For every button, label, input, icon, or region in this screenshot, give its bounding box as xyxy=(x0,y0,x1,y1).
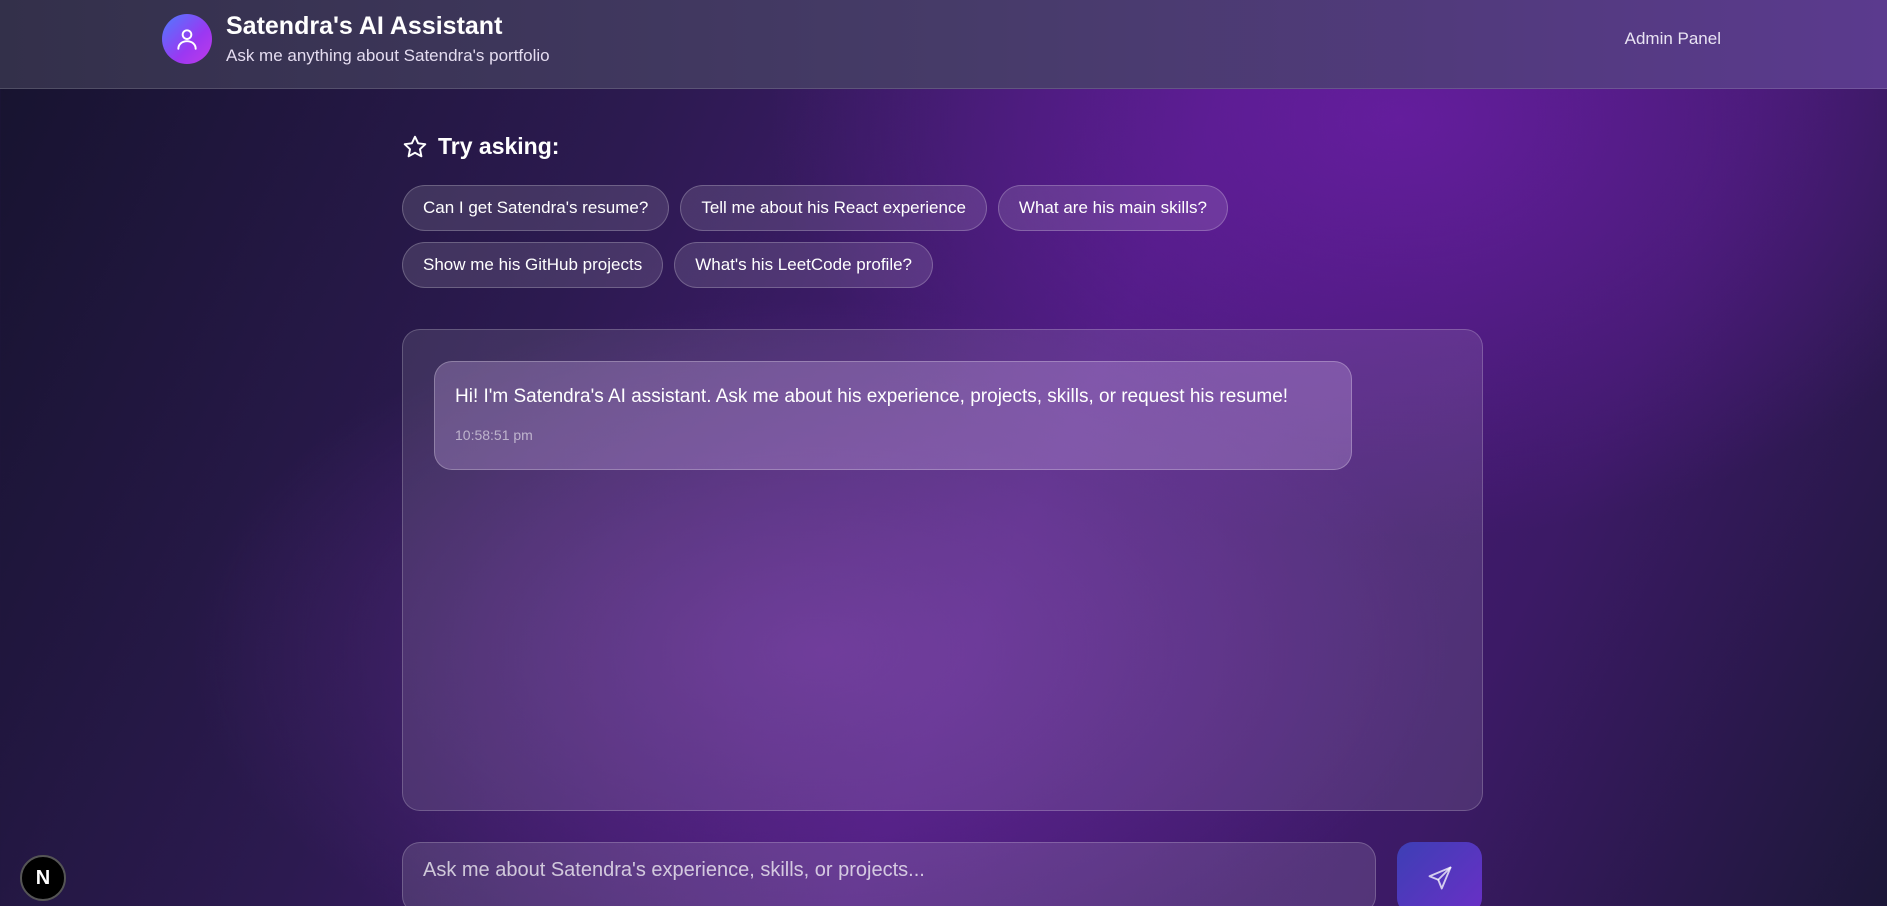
app-title: Satendra's AI Assistant xyxy=(226,12,503,40)
suggestion-chips: Can I get Satendra's resume? Tell me abo… xyxy=(402,185,1302,299)
message-text: Hi! I'm Satendra's AI assistant. Ask me … xyxy=(455,386,1289,407)
framework-badge[interactable]: N xyxy=(20,855,66,901)
message-input-container xyxy=(402,842,1376,906)
suggestion-chip-skills[interactable]: What are his main skills? xyxy=(997,185,1228,231)
send-icon xyxy=(1428,866,1451,890)
suggestions-heading: Try asking: xyxy=(402,133,559,160)
suggestion-chip-resume[interactable]: Can I get Satendra's resume? xyxy=(402,185,670,231)
suggestions-heading-label: Try asking: xyxy=(438,133,560,159)
star-icon xyxy=(403,135,427,157)
suggestion-chip-react[interactable]: Tell me about his React experience xyxy=(680,185,987,231)
assistant-avatar xyxy=(162,14,212,64)
message-input[interactable] xyxy=(403,843,1375,906)
send-button[interactable] xyxy=(1397,842,1482,906)
user-icon xyxy=(177,29,197,50)
suggestion-chip-github[interactable]: Show me his GitHub projects xyxy=(402,242,664,288)
message-timestamp: 10:58:51 pm xyxy=(455,427,533,443)
assistant-message: Hi! I'm Satendra's AI assistant. Ask me … xyxy=(434,361,1352,470)
app-header: Satendra's AI Assistant Ask me anything … xyxy=(0,0,1887,89)
admin-panel-link[interactable]: Admin Panel xyxy=(1625,29,1721,49)
app-subtitle: Ask me anything about Satendra's portfol… xyxy=(226,46,550,65)
suggestion-chip-leetcode[interactable]: What's his LeetCode profile? xyxy=(674,242,934,288)
chat-panel[interactable]: Hi! I'm Satendra's AI assistant. Ask me … xyxy=(402,329,1483,811)
